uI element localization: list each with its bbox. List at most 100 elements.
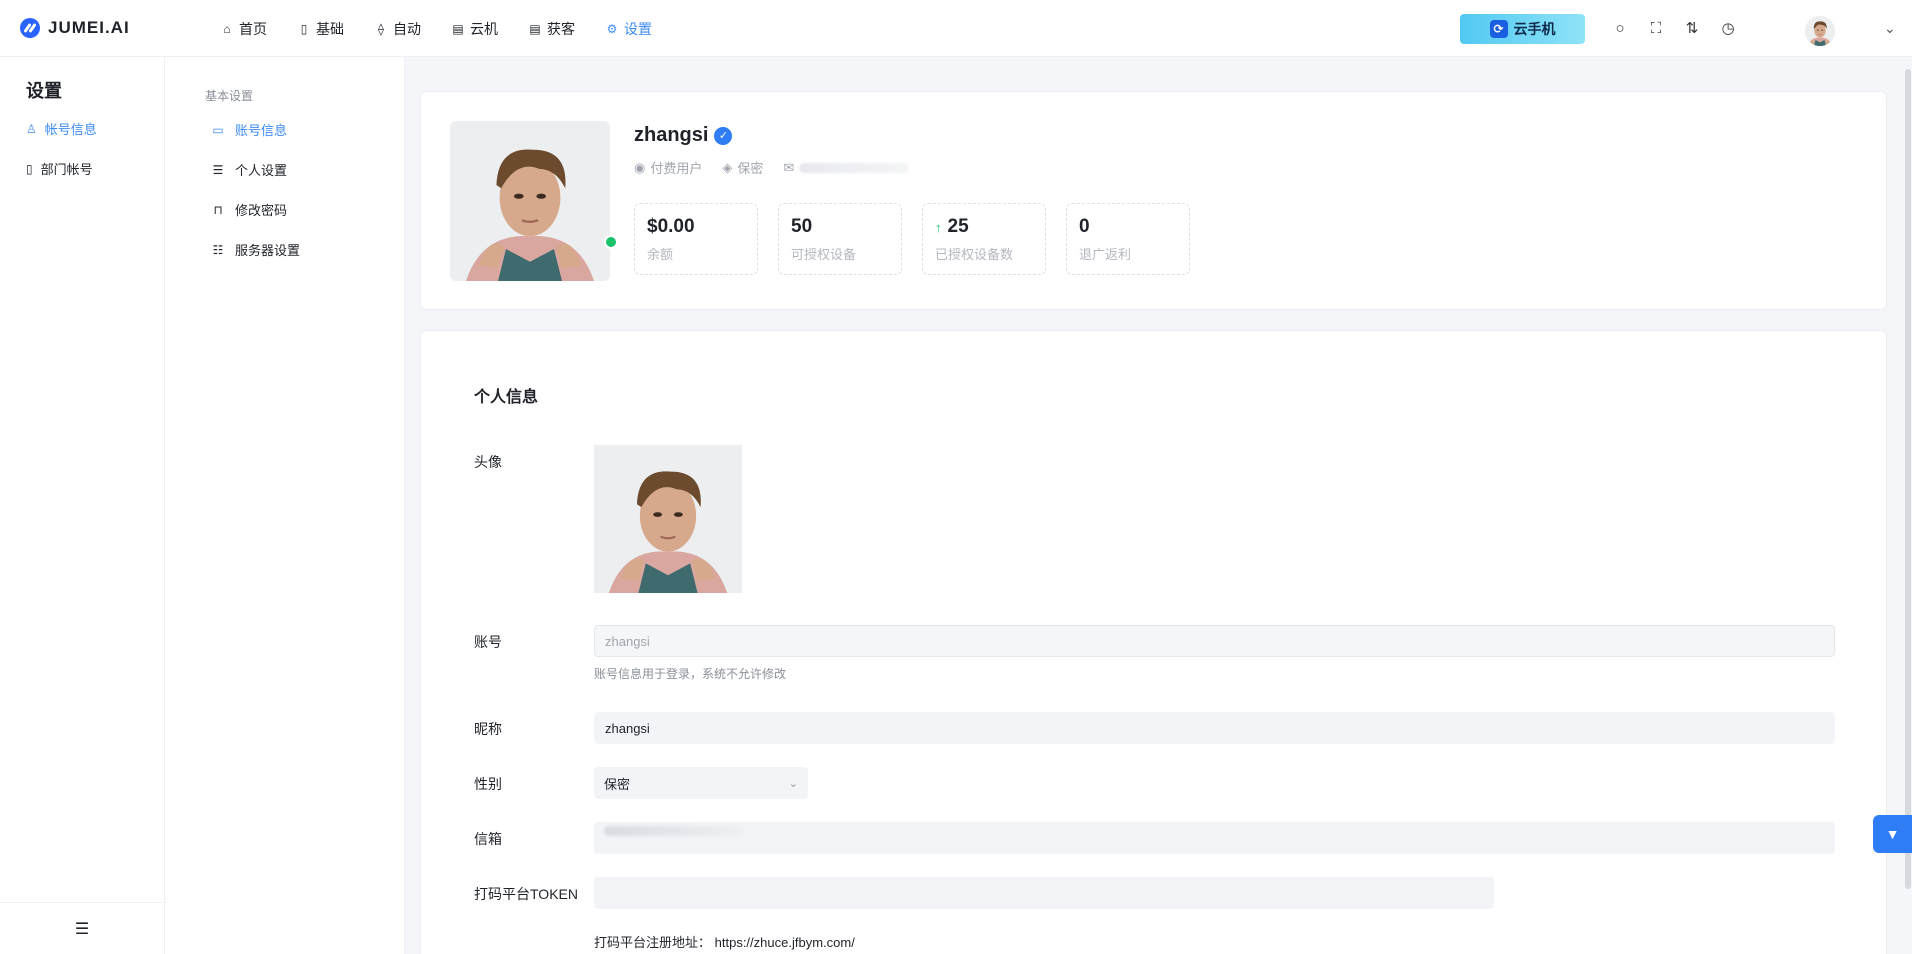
doc-icon: ▤ xyxy=(452,21,464,36)
token-field[interactable] xyxy=(594,877,1494,909)
submenu-item-label: 个人设置 xyxy=(235,163,288,178)
avatar-label: 头像 xyxy=(474,454,502,470)
floating-brush-button[interactable]: ▼ xyxy=(1873,815,1912,853)
registration-label: 打码平台注册地址： xyxy=(594,935,712,950)
stat-authorizable-devices: 50 可授权设备 xyxy=(778,203,902,275)
database-icon: ☷ xyxy=(212,242,224,257)
doc-icon: ▤ xyxy=(529,21,541,36)
cloud-phone-button[interactable]: ⟳ 云手机 xyxy=(1460,14,1585,44)
registration-link[interactable]: https://zhuce.jfbym.com/ xyxy=(715,935,855,950)
sidebar-item-label: 帐号信息 xyxy=(44,122,97,137)
stat-label: 已授权设备数 xyxy=(935,247,1014,262)
sidebar-item-dept-account[interactable]: ▯ 部门帐号 xyxy=(26,159,93,178)
token-label: 打码平台TOKEN xyxy=(474,886,578,902)
profile-card: zhangsi ✓ ◉ 付费用户 ◈ 保密 ✉ $0.00 余额 50 可授权设… xyxy=(420,91,1887,310)
account-field[interactable] xyxy=(594,625,1835,657)
brush-icon: ▼ xyxy=(1885,826,1900,842)
main-nav: ⌂ 首页 ▯ 基础 ⟠ 自动 ▤ 云机 ▤ 获客 ⚙ 设置 xyxy=(220,0,652,57)
stats-row: $0.00 余额 50 可授权设备 ↑ 25 已授权设备数 0 退广返利 xyxy=(634,203,1190,275)
nav-label: 获客 xyxy=(547,20,575,37)
sidebar: 设置 ♙ 帐号信息 ▯ 部门帐号 ☰ xyxy=(0,57,165,954)
profile-username: zhangsi ✓ xyxy=(634,124,733,147)
sort-icon[interactable]: ⇅ xyxy=(1682,18,1702,38)
sidebar-item-account-info[interactable]: ♙ 帐号信息 xyxy=(26,119,97,138)
nav-home[interactable]: ⌂ 首页 xyxy=(220,19,267,39)
mail-icon: ✉ xyxy=(783,159,795,175)
chevron-down-icon: ⌄ xyxy=(788,777,798,790)
nav-basic[interactable]: ▯ 基础 xyxy=(297,19,344,39)
submenu-item-personal-settings[interactable]: ☰ 个人设置 xyxy=(211,160,287,179)
email-redacted xyxy=(604,826,744,836)
section-title: 个人信息 xyxy=(474,389,539,406)
nav-cloud-machine[interactable]: ▤ 云机 xyxy=(451,19,498,39)
cloud-phone-label: 云手机 xyxy=(1513,21,1556,37)
username-text: zhangsi xyxy=(634,124,709,146)
nav-settings[interactable]: ⚙ 设置 xyxy=(605,19,652,39)
submenu-group-title: 基本设置 xyxy=(205,89,254,103)
account-hint: 账号信息用于登录，系统不允许修改 xyxy=(594,667,787,681)
fullscreen-icon[interactable]: ⛶ xyxy=(1646,18,1666,38)
online-status-dot xyxy=(604,235,618,249)
clock-icon[interactable]: ◷ xyxy=(1718,18,1738,38)
submenu-item-server-settings[interactable]: ☷ 服务器设置 xyxy=(211,240,300,259)
account-label: 账号 xyxy=(474,634,502,650)
user-type-label: 付费用户 xyxy=(650,161,703,176)
registration-line: 打码平台注册地址： https://zhuce.jfbym.com/ xyxy=(594,932,855,951)
nav-auto[interactable]: ⟠ 自动 xyxy=(374,19,421,39)
nav-label: 设置 xyxy=(624,20,652,37)
logo[interactable]: JUMEI.AI xyxy=(20,18,130,38)
sidebar-item-label: 部门帐号 xyxy=(40,162,93,177)
nav-label: 首页 xyxy=(239,20,267,37)
email-label: 信箱 xyxy=(474,831,502,847)
profile-meta: ◉ 付费用户 ◈ 保密 ✉ xyxy=(634,158,910,177)
nav-acquire[interactable]: ▤ 获客 xyxy=(528,19,575,39)
submenu-item-change-password[interactable]: ⊓ 修改密码 xyxy=(211,200,287,219)
sliders-icon: ☰ xyxy=(212,162,224,177)
user-icon: ♙ xyxy=(26,121,37,136)
logo-icon xyxy=(20,18,40,38)
stat-balance: $0.00 余额 xyxy=(634,203,758,275)
avatar-image xyxy=(1805,16,1835,46)
submenu-item-label: 服务器设置 xyxy=(235,243,301,258)
stat-label: 可授权设备 xyxy=(791,247,857,262)
gender-meta-label: 保密 xyxy=(737,161,764,176)
gender-select-value: 保密 xyxy=(604,776,631,792)
email-field[interactable] xyxy=(594,822,1835,854)
user-avatar[interactable] xyxy=(1805,16,1835,46)
profile-photo xyxy=(450,121,610,281)
verified-badge-icon: ✓ xyxy=(714,126,733,145)
email-redacted xyxy=(799,162,910,173)
stat-label: 余额 xyxy=(647,247,674,262)
nav-label: 自动 xyxy=(393,20,421,37)
gender-select[interactable]: 保密 ⌄ xyxy=(594,767,808,799)
sidebar-title: 设置 xyxy=(26,81,62,101)
submenu-item-account-info[interactable]: ▭ 账号信息 xyxy=(211,120,287,139)
brand-name: JUMEI.AI xyxy=(48,18,130,37)
stat-value: 50 xyxy=(791,216,813,237)
arrow-up-icon: ↑ xyxy=(935,219,942,235)
location-icon: ◈ xyxy=(722,159,733,175)
stat-value: $0.00 xyxy=(647,216,695,237)
phone-icon: ▯ xyxy=(300,21,308,36)
avatar-preview xyxy=(594,445,742,593)
settings-submenu: 基本设置 ▭ 账号信息 ☰ 个人设置 ⊓ 修改密码 ☷ 服务器设置 xyxy=(165,57,405,954)
nav-label: 基础 xyxy=(316,20,344,37)
email-meta: ✉ xyxy=(783,158,910,177)
chevron-down-icon[interactable]: ⌄ xyxy=(1884,20,1896,37)
profile-image xyxy=(450,121,610,281)
scrollbar-thumb[interactable] xyxy=(1905,69,1911,889)
nickname-field[interactable] xyxy=(594,712,1835,744)
id-card-icon: ▭ xyxy=(212,122,224,137)
nav-label: 云机 xyxy=(470,20,498,37)
search-icon[interactable]: ○ xyxy=(1610,18,1630,38)
home-icon: ⌂ xyxy=(223,21,231,36)
nickname-label: 昵称 xyxy=(474,721,502,737)
avatar-upload[interactable] xyxy=(594,445,742,593)
stat-authorized-devices: ↑ 25 已授权设备数 xyxy=(922,203,1046,275)
collapse-menu-icon[interactable]: ☰ xyxy=(0,902,164,954)
gender-label: 性别 xyxy=(474,776,502,792)
submenu-item-label: 修改密码 xyxy=(235,203,288,218)
submenu-item-label: 账号信息 xyxy=(235,123,288,138)
tablet-icon: ▯ xyxy=(26,161,33,176)
nodes-icon: ⟠ xyxy=(378,21,384,36)
